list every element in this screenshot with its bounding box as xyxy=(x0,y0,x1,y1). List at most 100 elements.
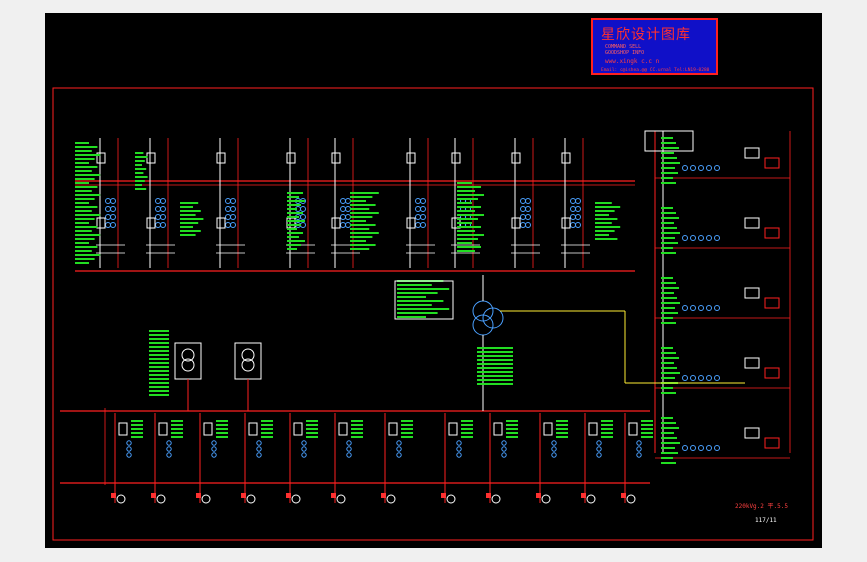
right-ct xyxy=(682,375,688,381)
title-stamp: 星欣设计图库 COMMAND SELL GOODSHOP INFO www.xi… xyxy=(591,18,718,75)
lower-ct-11-0 xyxy=(636,440,642,446)
right-ct xyxy=(706,305,712,311)
ct-b-1-3 xyxy=(160,222,166,228)
right-cap xyxy=(764,297,780,309)
switch-8 xyxy=(561,217,571,229)
right-ct xyxy=(682,445,688,451)
lower-ct-1-1 xyxy=(166,446,172,452)
lower-breaker-7 xyxy=(448,422,458,436)
ct-b-8-0 xyxy=(575,198,581,204)
lower-ct-8-2 xyxy=(501,452,507,458)
breaker-8 xyxy=(561,152,571,164)
lower-marker-8 xyxy=(486,493,491,498)
right-cap xyxy=(764,367,780,379)
ct-b-3-3 xyxy=(300,222,306,228)
stamp-title: 星欣设计图库 xyxy=(601,27,691,43)
right-cap xyxy=(764,437,780,449)
breaker-7 xyxy=(511,152,521,164)
lower-ct-3-0 xyxy=(256,440,262,446)
ct-7-0 xyxy=(520,198,526,204)
lower-marker-7 xyxy=(441,493,446,498)
ct-b-0-1 xyxy=(110,206,116,212)
breaker-4 xyxy=(331,152,341,164)
lower-ct-4-0 xyxy=(301,440,307,446)
ct-b-7-1 xyxy=(525,206,531,212)
stamp-email: Email: c@ishea.@@ CC.urnal Tel:LN19-0280 xyxy=(601,68,710,73)
lower-ct-2-0 xyxy=(211,440,217,446)
lower-breaker-5 xyxy=(338,422,348,436)
lower-ct-9-2 xyxy=(551,452,557,458)
right-ct xyxy=(706,445,712,451)
ct-b-5-3 xyxy=(420,222,426,228)
ct-8-0 xyxy=(570,198,576,204)
ct-b-7-2 xyxy=(525,214,531,220)
switch-3 xyxy=(286,217,296,229)
cad-viewport[interactable]: 星欣设计图库 COMMAND SELL GOODSHOP INFO www.xi… xyxy=(45,13,822,548)
ct-b-2-0 xyxy=(230,198,236,204)
ct-b-4-1 xyxy=(345,206,351,212)
lower-ct-1-0 xyxy=(166,440,172,446)
lower-marker-11 xyxy=(621,493,626,498)
right-breaker xyxy=(744,427,760,439)
lower-ct-3-1 xyxy=(256,446,262,452)
lower-ct-2-1 xyxy=(211,446,217,452)
ct-b-8-3 xyxy=(575,222,581,228)
lower-ct-10-1 xyxy=(596,446,602,452)
lower-load-5 xyxy=(336,494,346,504)
ct-5-1 xyxy=(415,206,421,212)
switch-0 xyxy=(96,217,106,229)
ct-b-8-1 xyxy=(575,206,581,212)
ct-7-1 xyxy=(520,206,526,212)
lower-ct-0-2 xyxy=(126,452,132,458)
lower-breaker-11 xyxy=(628,422,638,436)
ct-b-8-2 xyxy=(575,214,581,220)
lower-load-3 xyxy=(246,494,256,504)
ct-4-3 xyxy=(340,222,346,228)
lower-ct-6-0 xyxy=(396,440,402,446)
right-ct xyxy=(714,375,720,381)
right-ct xyxy=(714,235,720,241)
ct-b-4-3 xyxy=(345,222,351,228)
right-ct xyxy=(698,165,704,171)
right-ct xyxy=(698,235,704,241)
right-ct xyxy=(690,235,696,241)
lower-ct-6-1 xyxy=(396,446,402,452)
ct-b-5-0 xyxy=(420,198,426,204)
lower-breaker-3 xyxy=(248,422,258,436)
right-ct xyxy=(714,165,720,171)
right-breaker xyxy=(744,147,760,159)
right-ct xyxy=(682,235,688,241)
lower-breaker-9 xyxy=(543,422,553,436)
ct-b-0-3 xyxy=(110,222,116,228)
ct-b-2-1 xyxy=(230,206,236,212)
ct-0-2 xyxy=(105,214,111,220)
right-cap xyxy=(764,227,780,239)
lower-ct-6-2 xyxy=(396,452,402,458)
ct-4-0 xyxy=(340,198,346,204)
label-block-2 xyxy=(180,203,206,239)
lower-ct-7-2 xyxy=(456,452,462,458)
right-ct xyxy=(690,305,696,311)
drawing-note: 220kVg.2 平.5.5 xyxy=(735,503,788,510)
right-ct xyxy=(682,305,688,311)
lower-ct-5-1 xyxy=(346,446,352,452)
lower-load-4 xyxy=(291,494,301,504)
lower-breaker-2 xyxy=(203,422,213,436)
ct-8-2 xyxy=(570,214,576,220)
lower-ct-5-0 xyxy=(346,440,352,446)
lower-breaker-4 xyxy=(293,422,303,436)
right-ct xyxy=(706,375,712,381)
ct-b-2-3 xyxy=(230,222,236,228)
right-breaker xyxy=(744,217,760,229)
lower-ct-11-2 xyxy=(636,452,642,458)
right-ct xyxy=(706,165,712,171)
ct-b-1-0 xyxy=(160,198,166,204)
right-ct xyxy=(698,305,704,311)
right-cap xyxy=(764,157,780,169)
lower-marker-4 xyxy=(286,493,291,498)
ct-8-3 xyxy=(570,222,576,228)
right-ct xyxy=(714,305,720,311)
stamp-subtitle-2: GOODSHOP INFO xyxy=(605,50,645,56)
ct-b-7-3 xyxy=(525,222,531,228)
ct-0-3 xyxy=(105,222,111,228)
